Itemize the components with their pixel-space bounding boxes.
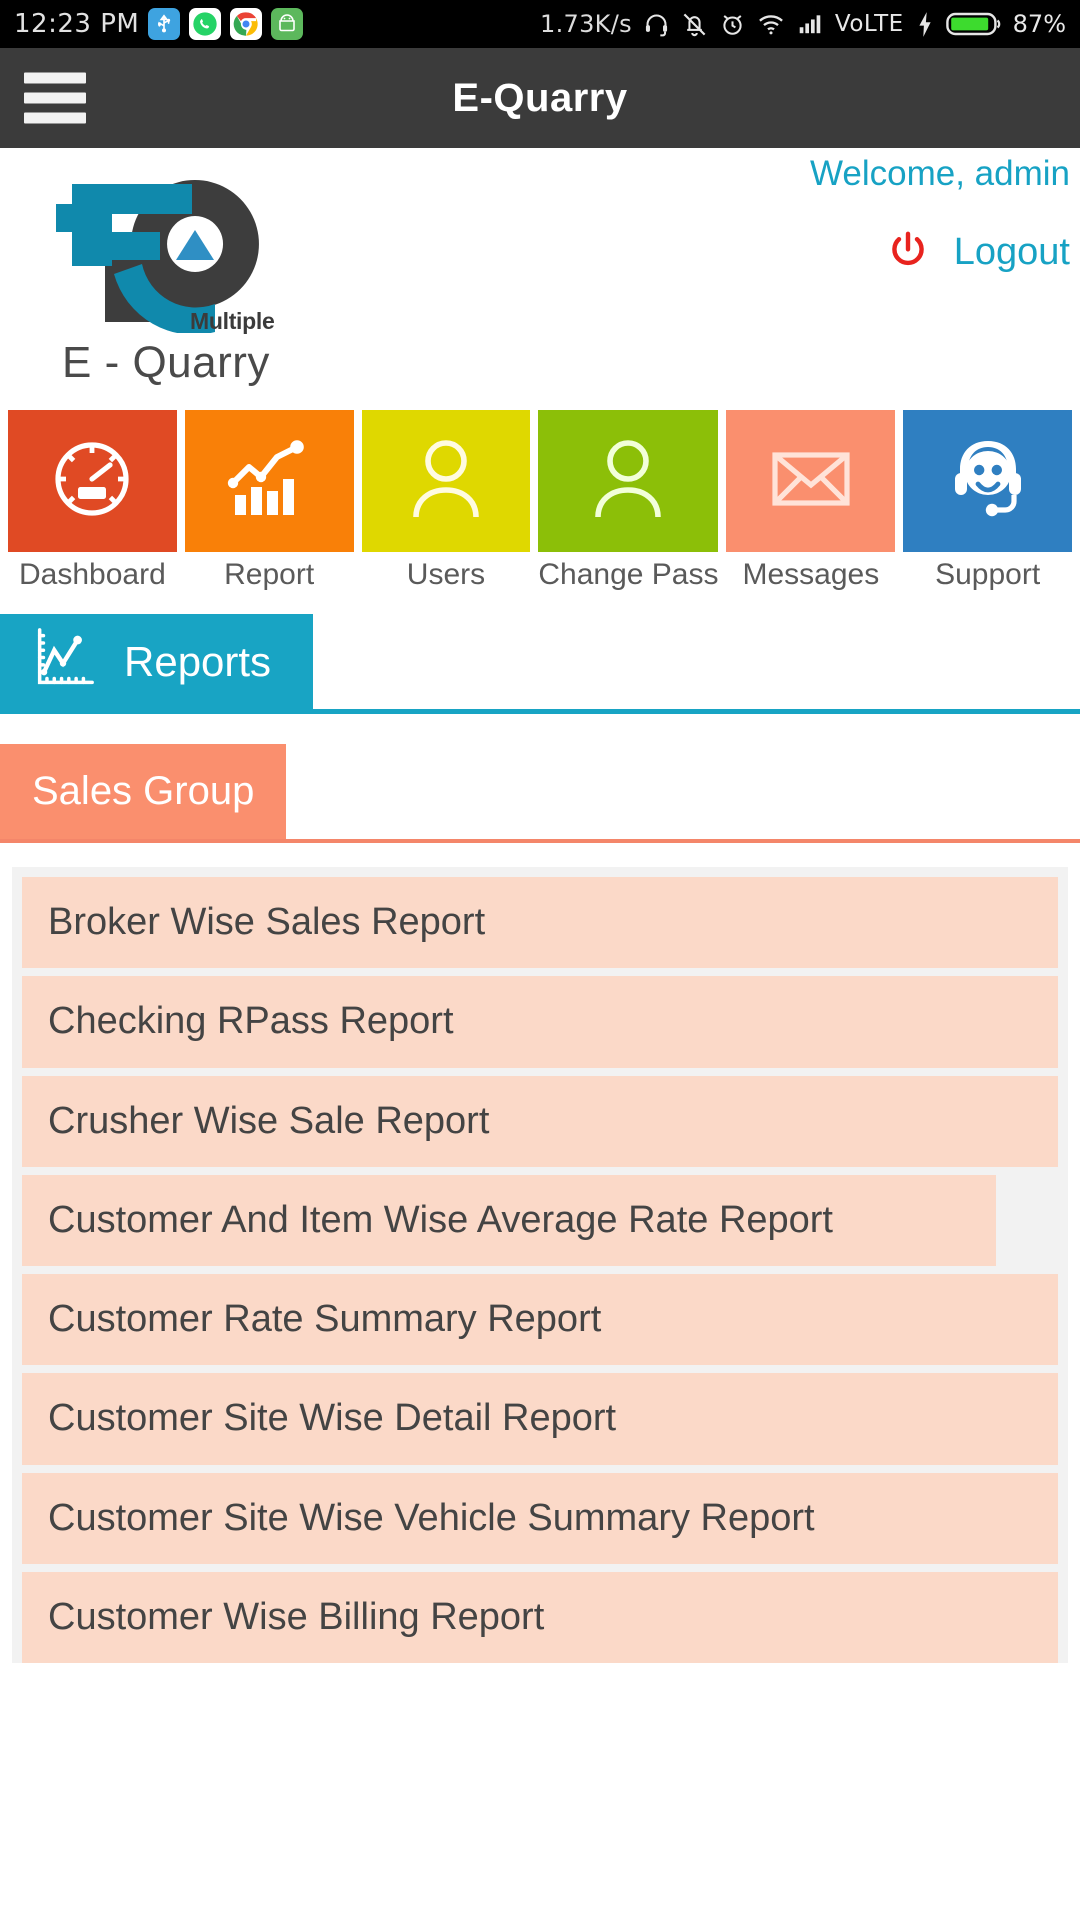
nav-tile-label: Users	[406, 558, 486, 591]
hamburger-icon[interactable]	[24, 72, 86, 124]
wifi-icon	[757, 10, 785, 38]
list-item[interactable]: Customer And Item Wise Average Rate Repo…	[22, 1174, 996, 1267]
logo-wordmark: E - Quarry	[62, 338, 270, 387]
nav-tile-report[interactable]: Report	[184, 410, 354, 592]
nav-tile-users[interactable]: Users	[361, 410, 531, 592]
app-logo: Multiple E - Quarry	[40, 168, 370, 398]
status-bar-left: 12:23 PM	[14, 8, 304, 40]
page-title: E-Quarry	[452, 75, 628, 120]
report-tile-box[interactable]	[184, 410, 354, 552]
nav-tile-change-pass[interactable]: Change Pass	[538, 410, 719, 592]
charging-bolt-icon	[915, 11, 935, 38]
signal-icon	[796, 11, 824, 37]
bar-chart-icon	[221, 431, 317, 532]
speedometer-icon	[44, 431, 140, 532]
network-speed-text: 1.73K/s	[540, 10, 632, 38]
envelope-icon	[763, 431, 859, 532]
battery-icon	[945, 10, 1002, 38]
tab-reports-label: Reports	[124, 637, 272, 685]
android-icon	[271, 8, 304, 40]
list-item[interactable]: Customer Site Wise Vehicle Summary Repor…	[22, 1472, 1058, 1565]
logout-label: Logout	[953, 231, 1070, 273]
usb-icon	[148, 8, 181, 40]
nav-tile-messages[interactable]: Messages	[726, 410, 896, 592]
brand-account-block: Welcome, admin Logout Multiple E - Quarr…	[0, 148, 1080, 410]
dashboard-tile-box[interactable]	[8, 410, 177, 552]
list-item[interactable]: Crusher Wise Sale Report	[22, 1075, 1058, 1167]
messages-tile-box[interactable]	[726, 410, 896, 552]
nav-tile-label: Dashboard	[19, 558, 166, 591]
person-icon	[398, 431, 494, 532]
battery-percent-label: 87%	[1012, 10, 1066, 38]
list-item[interactable]: Customer Site Wise Detail Report	[22, 1373, 1058, 1465]
change-pass-tile-box[interactable]	[538, 410, 719, 552]
hamburger-bar	[24, 72, 86, 84]
status-bar-clock: 12:23 PM	[14, 9, 140, 39]
nav-tile-label: Messages	[742, 558, 880, 591]
tab-sales-group-label: Sales Group	[32, 769, 255, 813]
users-tile-box[interactable]	[361, 410, 531, 552]
nav-tile-label: Support	[935, 558, 1041, 591]
headset-icon	[643, 11, 670, 38]
nav-tiles: Dashboard Report Users Change Pass Messa…	[0, 410, 1080, 592]
nav-tile-dashboard[interactable]: Dashboard	[8, 410, 177, 592]
support-tile-box[interactable]	[903, 410, 1073, 552]
list-item[interactable]: Checking RPass Report	[22, 976, 1058, 1068]
app-header: E-Quarry	[0, 48, 1080, 148]
hamburger-bar	[24, 112, 86, 124]
list-item[interactable]: Customer Rate Summary Report	[22, 1274, 1058, 1366]
nav-tile-label: Change Pass	[538, 558, 719, 591]
person-icon	[580, 431, 676, 532]
whatsapp-icon	[189, 8, 222, 40]
power-icon	[886, 228, 930, 277]
logo-superscript: Multiple	[190, 308, 275, 334]
status-bar: 12:23 PM 1.73K/s VoLTE 87%	[0, 0, 1080, 48]
hamburger-bar	[24, 92, 86, 104]
report-list: Broker Wise Sales Report Checking RPass …	[12, 867, 1068, 1664]
reports-tabstrip: Reports	[0, 614, 1080, 714]
welcome-message: Welcome, admin	[809, 154, 1070, 193]
nav-tile-label: Report	[224, 558, 315, 591]
list-item[interactable]: Customer Wise Billing Report	[22, 1572, 1058, 1664]
volte-label: VoLTE	[834, 11, 904, 37]
tab-sales-group[interactable]: Sales Group	[0, 744, 287, 839]
tab-reports[interactable]: Reports	[0, 614, 314, 709]
list-item[interactable]: Broker Wise Sales Report	[22, 877, 1058, 969]
nav-tile-support[interactable]: Support	[903, 410, 1073, 592]
headset-support-icon	[940, 431, 1036, 532]
mute-vibrate-icon	[681, 11, 708, 38]
line-chart-icon	[28, 624, 98, 699]
logout-button[interactable]: Logout	[886, 228, 1070, 277]
group-tabstrip: Sales Group	[0, 744, 1080, 843]
chrome-icon	[230, 8, 263, 40]
alarm-icon	[719, 11, 746, 38]
status-bar-right: 1.73K/s VoLTE 87%	[540, 10, 1066, 38]
